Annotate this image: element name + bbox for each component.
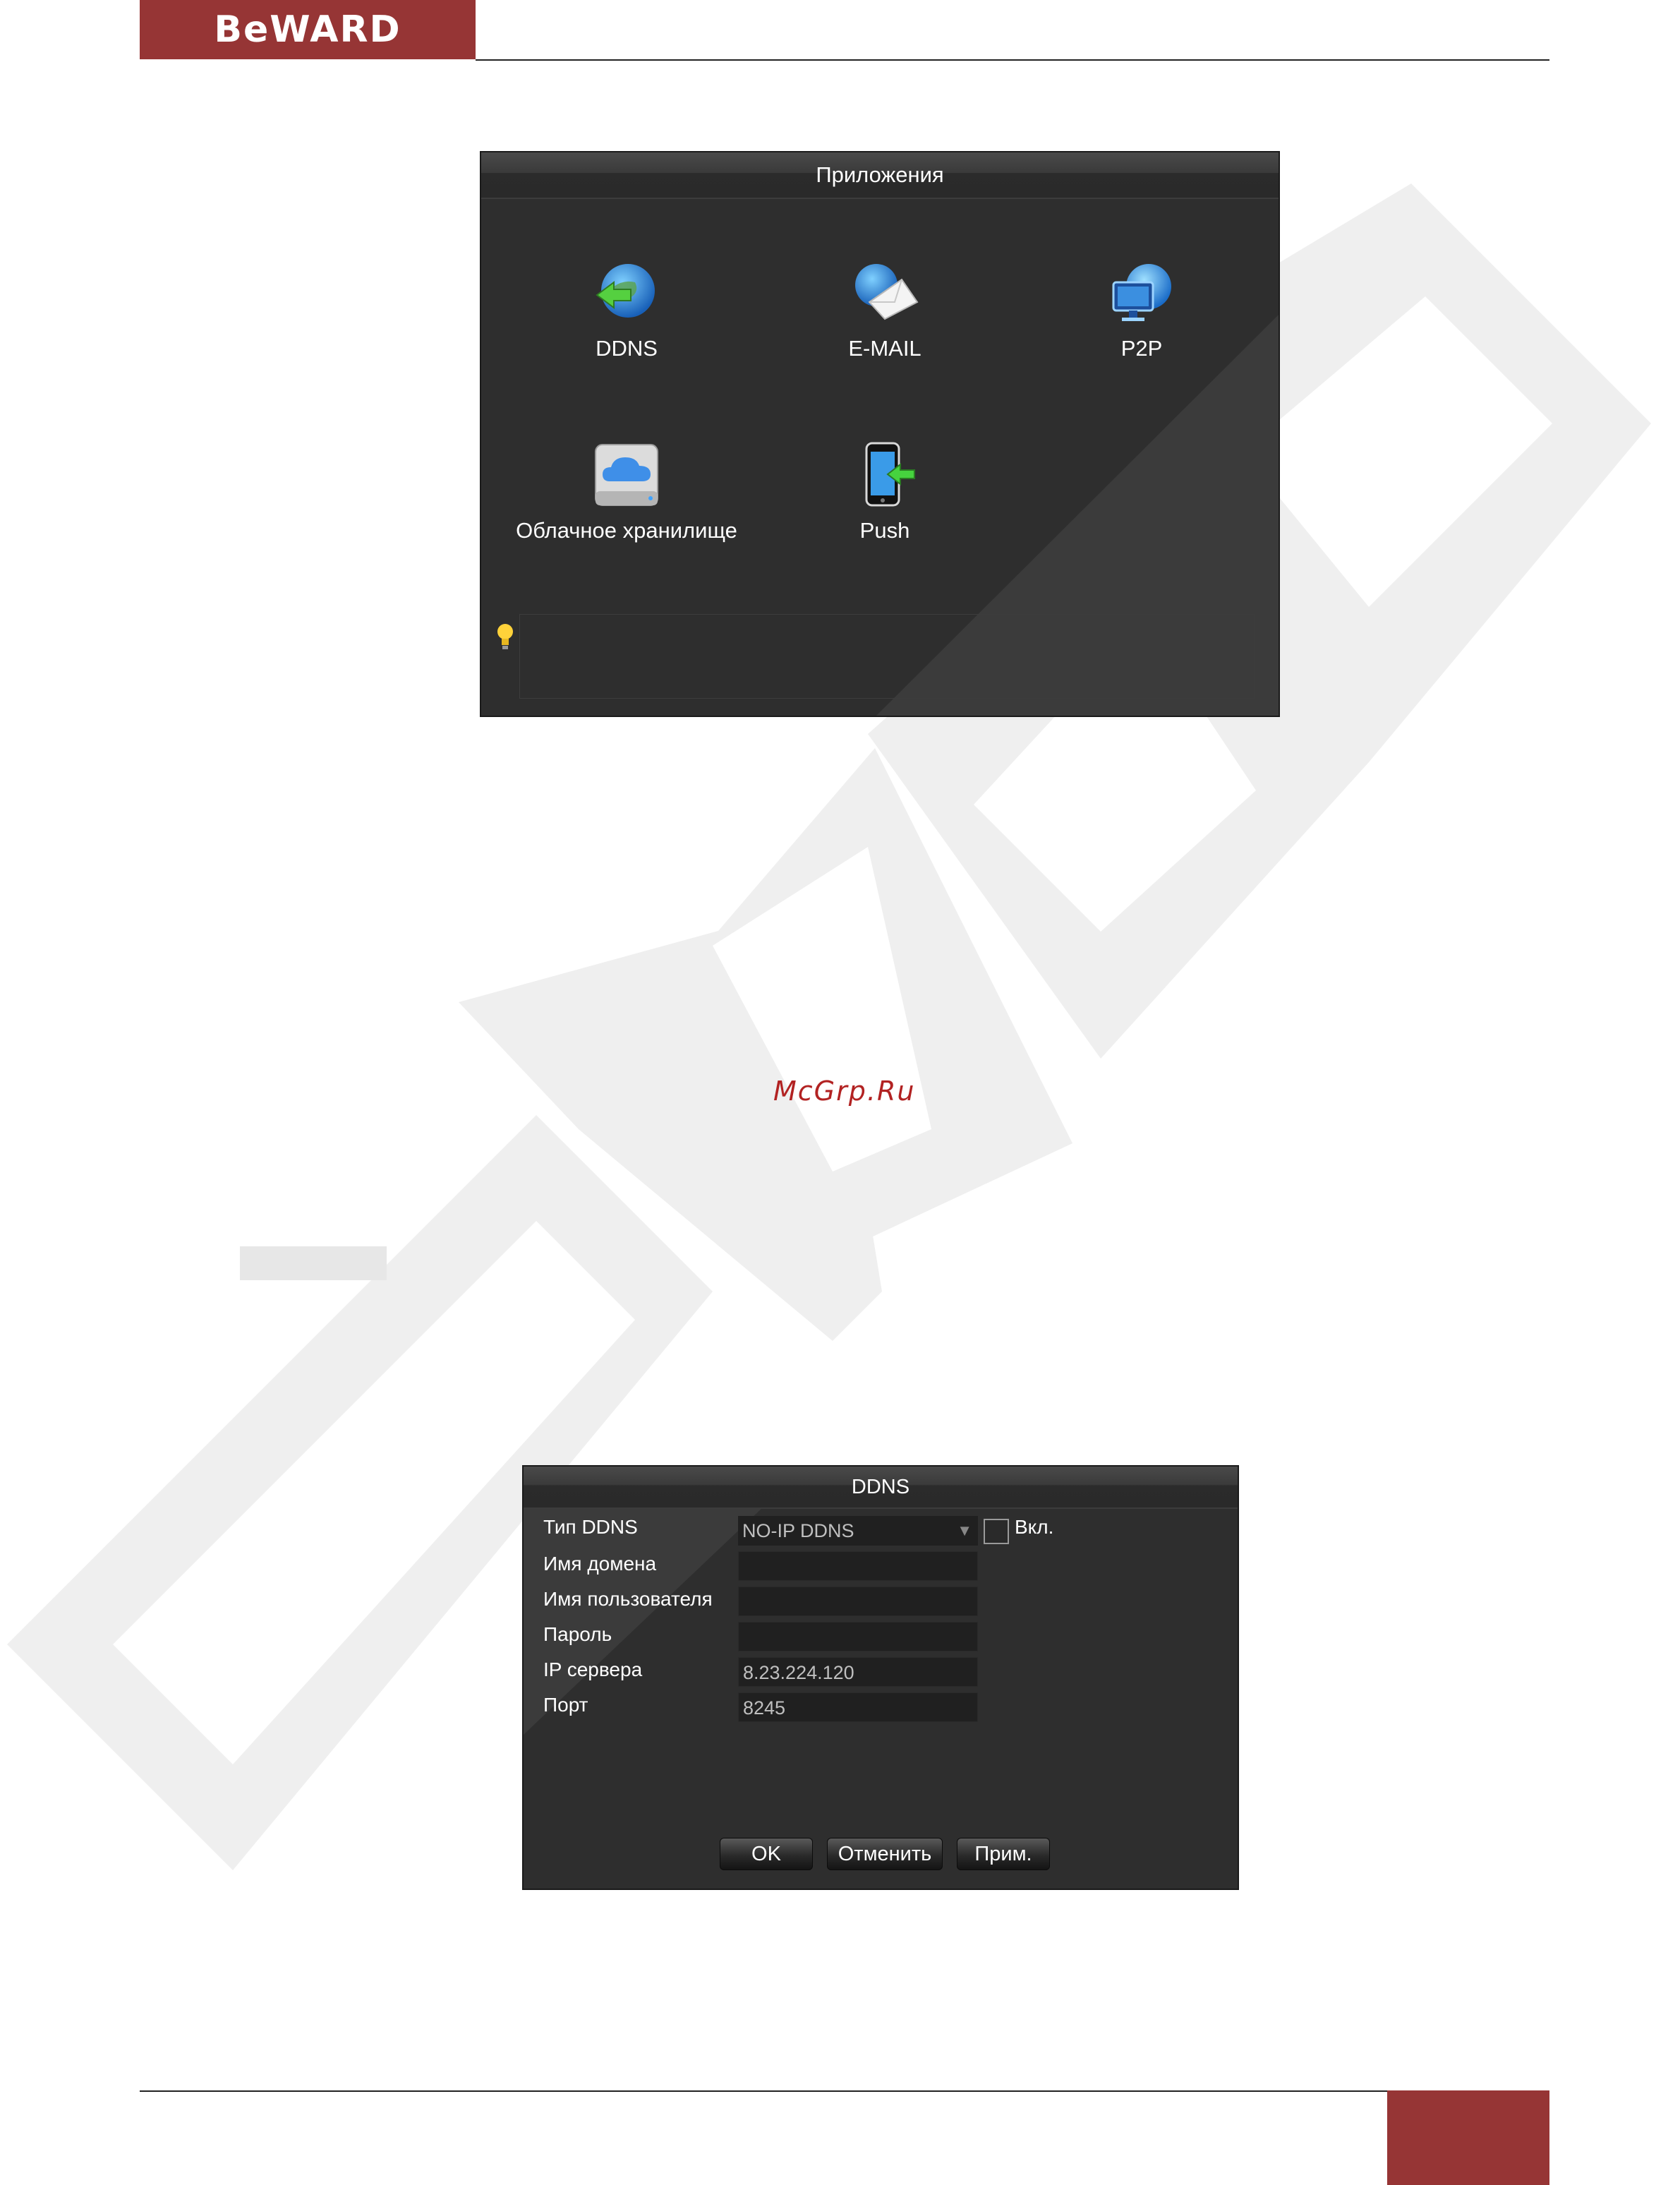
ddns-type-select[interactable]: NO-IP DDNS ▼ — [738, 1516, 978, 1546]
app-cloud-storage[interactable]: Облачное хранилище — [507, 440, 747, 543]
app-label: DDNS — [596, 336, 658, 361]
footer-page-box — [1387, 2090, 1549, 2185]
enable-label: Вкл. — [1015, 1516, 1054, 1538]
server-ip-input[interactable]: 8.23.224.120 — [738, 1657, 978, 1687]
site-watermark: McGrp.Ru — [773, 1076, 916, 1107]
window-title: DDNS — [524, 1467, 1238, 1509]
push-phone-icon — [865, 442, 915, 507]
port-label: Порт — [543, 1694, 588, 1716]
footer-divider — [140, 2090, 1387, 2092]
port-input[interactable]: 8245 — [738, 1692, 978, 1722]
app-label: E-MAIL — [848, 336, 921, 361]
window-title: Приложения — [481, 152, 1279, 199]
username-input[interactable] — [738, 1587, 978, 1616]
domain-input[interactable] — [738, 1551, 978, 1581]
username-label: Имя пользователя — [543, 1588, 713, 1610]
ok-button[interactable]: OK — [720, 1838, 813, 1870]
app-ddns[interactable]: DDNS — [507, 258, 747, 361]
app-label: Облачное хранилище — [516, 518, 737, 543]
ddns-type-value: NO-IP DDNS — [742, 1520, 854, 1541]
ddns-type-label: Тип DDNS — [543, 1516, 638, 1538]
header-divider — [476, 59, 1549, 61]
app-p2p[interactable]: P2P — [1022, 258, 1262, 361]
app-label: P2P — [1120, 336, 1163, 361]
tip-area — [519, 614, 1255, 699]
cancel-button[interactable]: Отменить — [827, 1838, 943, 1870]
domain-label: Имя домена — [543, 1553, 657, 1575]
app-email[interactable]: E-MAIL — [765, 258, 1005, 361]
logo-text: BeWARD — [214, 8, 401, 51]
ddns-globe-arrow-icon — [596, 264, 655, 318]
cloud-storage-icon — [595, 444, 658, 506]
enable-checkbox[interactable] — [984, 1519, 1009, 1544]
app-push[interactable]: Push — [765, 440, 1005, 543]
email-globe-envelope-icon — [855, 264, 919, 320]
applications-window: Приложения DDNS E-MAIL P2P Облачное хран… — [480, 151, 1280, 717]
highlight-bar — [240, 1246, 387, 1280]
password-input[interactable] — [738, 1622, 978, 1651]
password-label: Пароль — [543, 1623, 612, 1645]
apply-button[interactable]: Прим. — [957, 1838, 1050, 1870]
chevron-down-icon: ▼ — [957, 1522, 972, 1539]
server-ip-label: IP сервера — [543, 1659, 643, 1680]
beward-logo: BeWARD — [140, 0, 476, 59]
lightbulb-icon — [497, 624, 513, 649]
p2p-monitor-globe-icon — [1112, 264, 1171, 321]
app-label: Push — [859, 518, 910, 543]
ddns-window: DDNS Тип DDNS NO-IP DDNS ▼ Вкл. Имя доме… — [522, 1465, 1239, 1890]
